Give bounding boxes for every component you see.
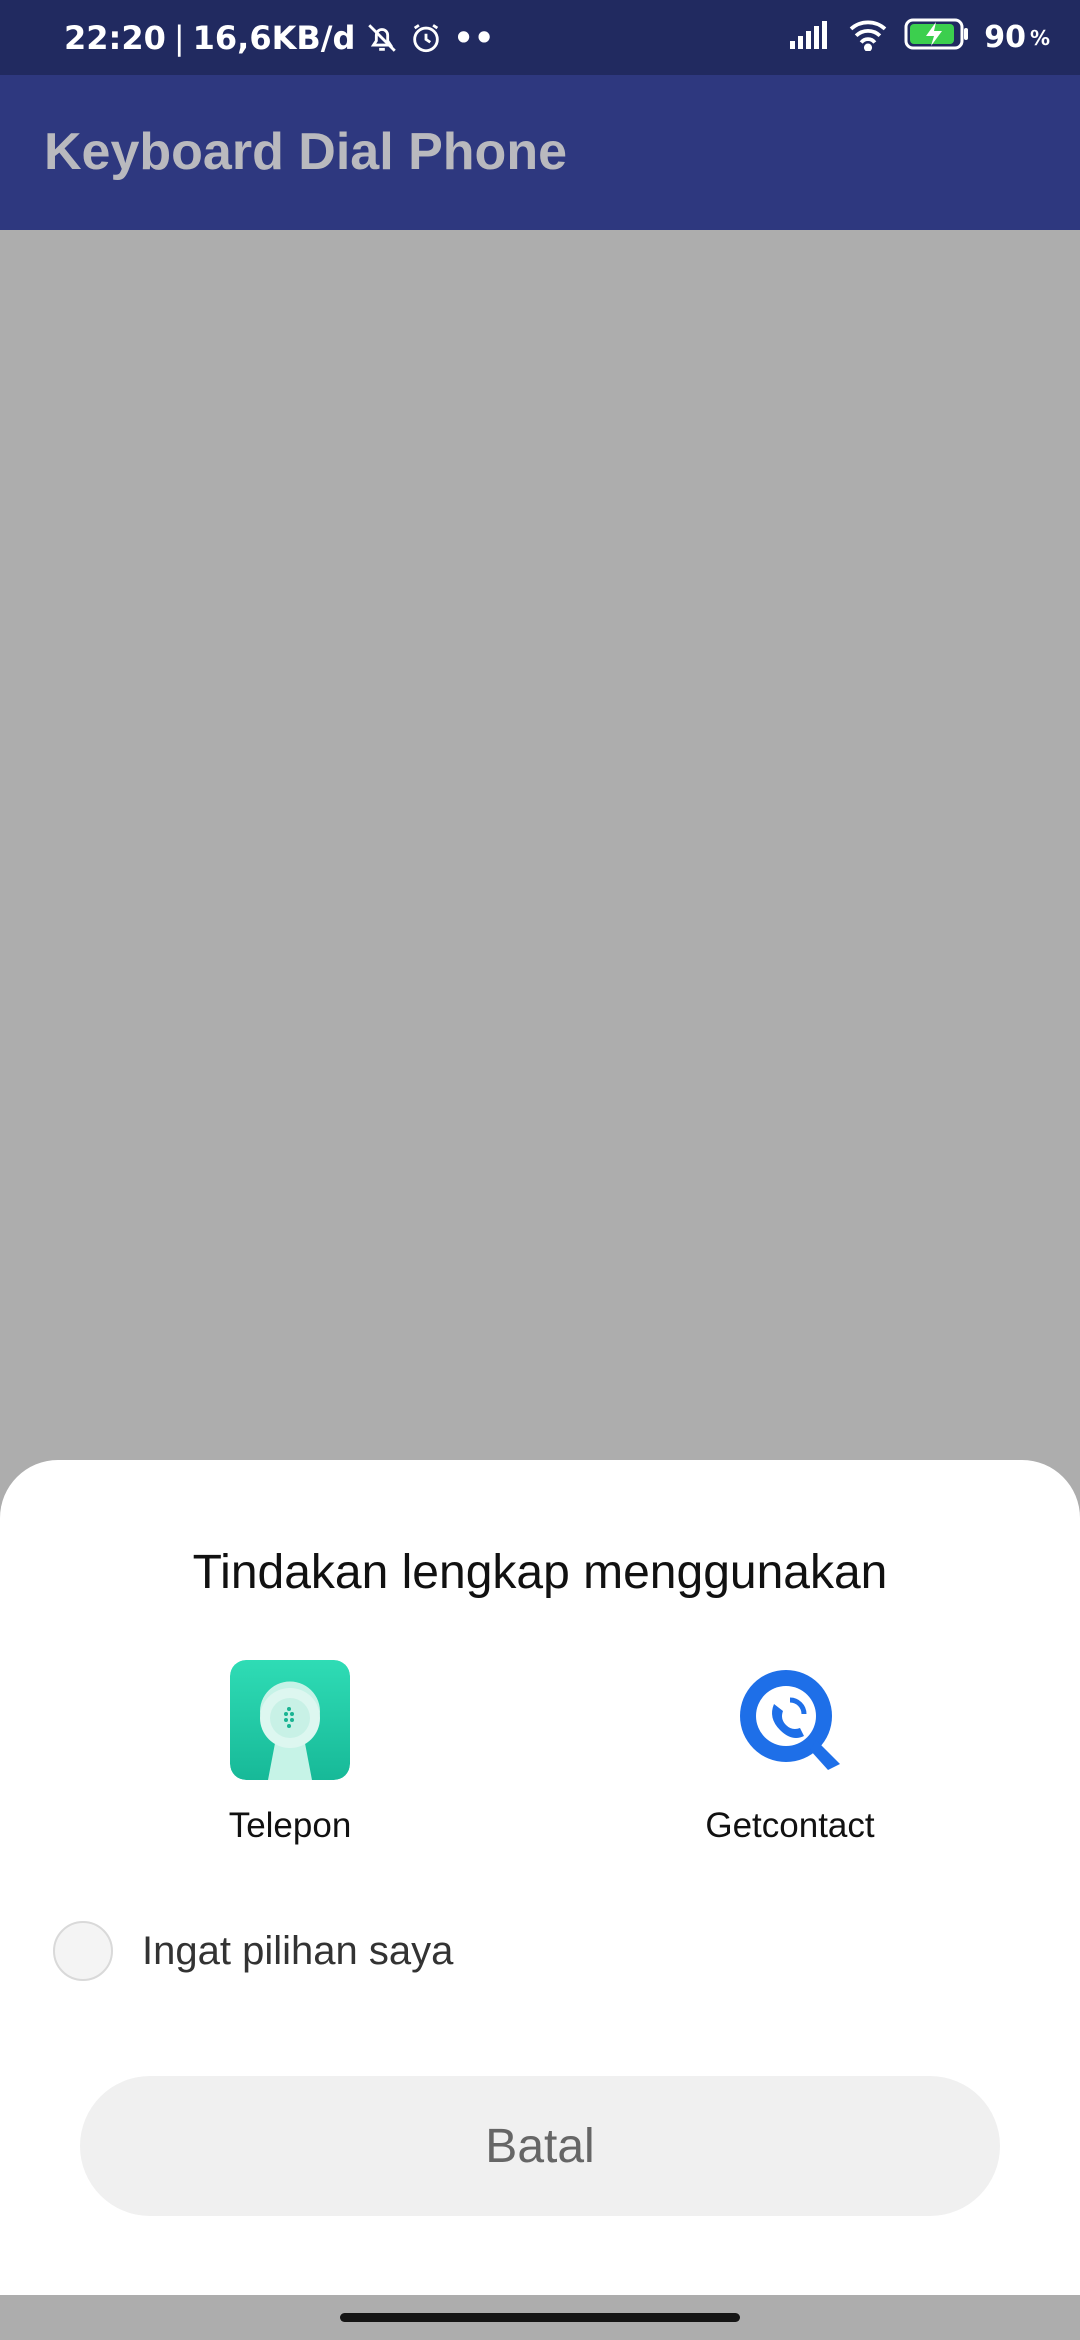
remember-choice-label: Ingat pilihan saya xyxy=(142,1928,454,1973)
app-option-telepon[interactable]: Telepon xyxy=(160,1660,420,1846)
app-title: Keyboard Dial Phone xyxy=(44,123,567,181)
more-dots: •• xyxy=(453,18,495,57)
remember-choice-row[interactable]: Ingat pilihan saya xyxy=(53,1918,453,1984)
battery-unit: % xyxy=(1029,25,1050,50)
signal-icon xyxy=(788,19,832,57)
remember-choice-checkbox[interactable] xyxy=(53,1921,113,1981)
telepon-app-icon xyxy=(230,1660,350,1780)
getcontact-app-icon xyxy=(730,1660,850,1780)
cancel-button[interactable]: Batal xyxy=(80,2076,1000,2216)
status-right: 90 % xyxy=(774,0,1050,75)
status-separator: | xyxy=(173,18,185,57)
status-left: 22:20 | 16,6KB/d •• xyxy=(64,0,494,75)
dimmed-content-scrim[interactable] xyxy=(0,230,1080,1460)
alarm-icon xyxy=(409,21,443,55)
network-speed: 16,6KB/d xyxy=(192,18,356,57)
notifications-off-icon xyxy=(365,21,399,55)
app-bar: Keyboard Dial Phone xyxy=(0,75,1080,230)
battery-charging-icon xyxy=(904,17,970,59)
battery-level: 90 xyxy=(984,20,1026,55)
app-option-getcontact[interactable]: Getcontact xyxy=(660,1660,920,1846)
status-bar: 22:20 | 16,6KB/d •• 90 % xyxy=(0,0,1080,75)
app-label-getcontact: Getcontact xyxy=(705,1806,875,1845)
status-time: 22:20 xyxy=(64,18,166,57)
app-label-telepon: Telepon xyxy=(228,1806,352,1845)
sheet-title: Tindakan lengkap menggunakan xyxy=(192,1546,888,1599)
home-indicator[interactable] xyxy=(340,2313,740,2322)
wifi-icon xyxy=(846,17,890,59)
